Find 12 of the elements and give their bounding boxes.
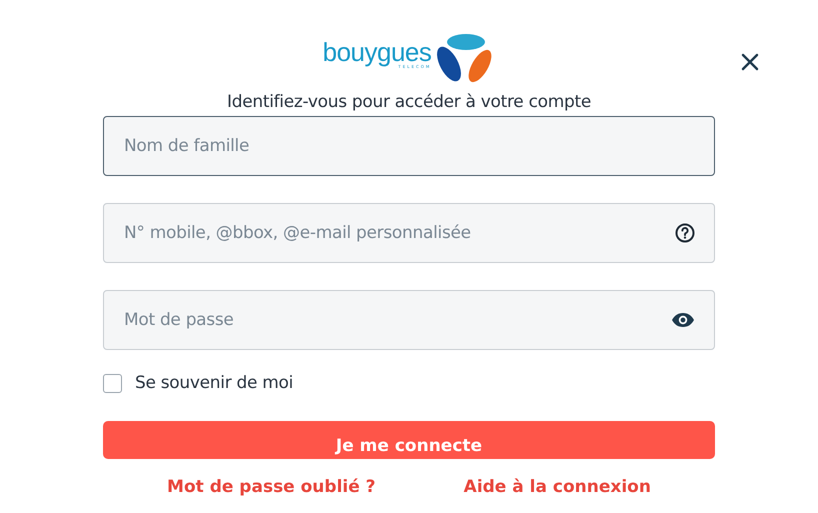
page-heading: Identifiez-vous pour accéder à votre compte: [226, 92, 591, 112]
input-field[interactable]: Nom de famille: [103, 116, 715, 176]
checkbox[interactable]: [103, 374, 122, 392]
eye-icon[interactable]: [671, 312, 695, 328]
link[interactable]: Aide à la connexion: [464, 477, 651, 497]
login-button[interactable]: Je me connecte: [103, 421, 715, 459]
link[interactable]: Mot de passe oublié ?: [167, 477, 376, 497]
checkbox-label: Se souvenir de moi: [135, 373, 294, 393]
help-icon[interactable]: [675, 223, 695, 243]
close-icon: [740, 52, 760, 72]
close-button[interactable]: [740, 52, 760, 72]
logo-wordmark: bouygues: [322, 40, 432, 64]
